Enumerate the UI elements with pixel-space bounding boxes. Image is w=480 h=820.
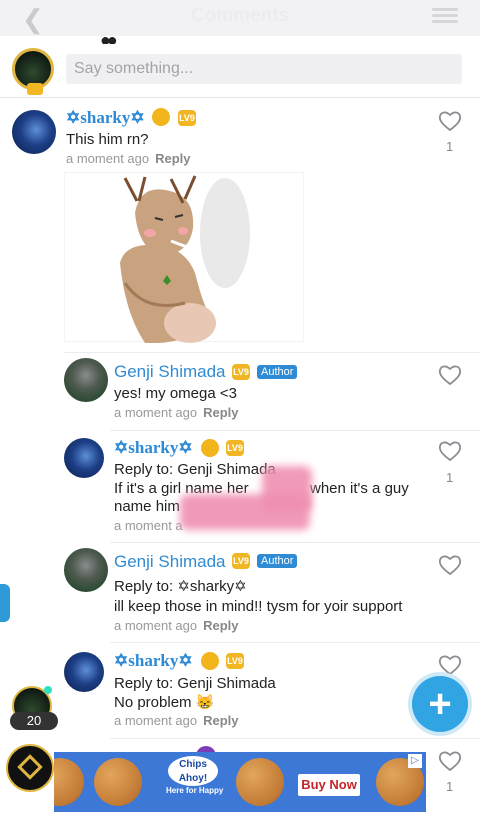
divider: [110, 738, 480, 739]
page-title: Comments: [190, 5, 290, 26]
side-drawer-handle[interactable]: [0, 584, 10, 622]
commenter-name[interactable]: Genji Shimada: [114, 552, 226, 572]
commenter-name[interactable]: ✡sharky✡: [66, 108, 145, 128]
heart-icon[interactable]: [438, 554, 462, 576]
commenter-name[interactable]: ✡sharky✡: [114, 438, 193, 458]
comment-text: This him rn?: [66, 131, 149, 148]
author-badge: Author: [257, 554, 298, 568]
avatar[interactable]: [64, 438, 104, 478]
timestamp: a moment ago: [114, 618, 198, 633]
reply-button[interactable]: Reply: [203, 618, 238, 633]
heart-icon[interactable]: [438, 440, 462, 462]
like-count: 1: [446, 139, 454, 154]
scribble-overlay: [180, 494, 310, 530]
level-badge: LV9: [232, 553, 250, 569]
commenter-name[interactable]: Genji Shimada: [114, 362, 226, 382]
deer-drawing: [120, 175, 250, 344]
community-logo-icon[interactable]: [6, 744, 54, 792]
my-avatar[interactable]: [12, 48, 54, 95]
heart-icon[interactable]: [438, 110, 462, 132]
heart-icon[interactable]: [438, 364, 462, 386]
comment-input[interactable]: [66, 54, 462, 84]
avatar[interactable]: [64, 652, 104, 692]
like-count: 1: [446, 470, 454, 485]
comment-meta: a moment ago Reply: [114, 405, 239, 420]
medal-icon: [152, 108, 170, 126]
timestamp: a moment ago: [114, 405, 198, 420]
cookie-icon: [54, 758, 84, 806]
reply-to: Reply to: Genji Shimada: [114, 675, 276, 692]
buy-now-button[interactable]: Buy Now: [298, 774, 360, 796]
ad-logo: Chips Ahoy!: [168, 756, 218, 786]
reply-button[interactable]: Reply: [203, 713, 238, 728]
divider: [110, 642, 480, 643]
avatar[interactable]: [64, 548, 108, 592]
like-count: 1: [446, 779, 454, 794]
comment-text: ill keep those in mind!! tysm for yoir s…: [114, 598, 403, 615]
ad-tagline: Here for Happy: [166, 786, 224, 795]
level-badge: LV9: [232, 364, 250, 380]
reply-to: Reply to: ✡sharky✡: [114, 578, 247, 595]
comment-meta: a moment ago Reply: [66, 151, 191, 166]
online-count[interactable]: 20: [10, 712, 58, 730]
online-status-icon: [44, 686, 52, 694]
reply-button[interactable]: Reply: [203, 405, 238, 420]
ad-banner[interactable]: Chips Ahoy! Here for Happy Buy Now ▷: [54, 752, 426, 812]
comment-meta: a moment ago Reply: [114, 713, 239, 728]
level-badge: LV9: [226, 653, 244, 669]
level-badge: LV9: [178, 110, 196, 126]
comment-image[interactable]: [64, 172, 304, 344]
comment-meta: a moment ago Reply: [114, 618, 239, 633]
timestamp: a moment ago: [66, 151, 150, 166]
avatar[interactable]: [64, 358, 108, 402]
top-bar: ❮ Comments: [0, 0, 480, 36]
reply-button[interactable]: Reply: [155, 151, 190, 166]
cookie-icon: [236, 758, 284, 806]
heart-icon[interactable]: [438, 654, 462, 676]
reply-to: Reply to: Genji Shimada: [114, 461, 276, 478]
heart-icon[interactable]: [438, 750, 462, 772]
commenter-name[interactable]: ✡sharky✡: [114, 651, 193, 671]
comment-input-bar: [0, 44, 480, 98]
medal-icon: [201, 652, 219, 670]
comment-text-line: name him: [114, 498, 180, 515]
add-comment-button[interactable]: +: [412, 676, 468, 732]
cookie-icon: [94, 758, 142, 806]
divider: [64, 352, 480, 353]
adchoices-icon[interactable]: ▷: [408, 754, 422, 768]
level-badge: LV9: [226, 440, 244, 456]
comment-text: yes! my omega <3: [114, 385, 237, 402]
author-badge: Author: [257, 365, 298, 379]
divider: [110, 542, 480, 543]
avatar[interactable]: [12, 110, 56, 154]
timestamp: a moment ago: [114, 713, 198, 728]
medal-icon: [201, 439, 219, 457]
comment-text: No problem 😸: [114, 694, 215, 711]
divider: [110, 430, 480, 431]
filter-icon[interactable]: [432, 5, 458, 27]
comment-text-line: when it's a guy: [310, 480, 409, 497]
timestamp: a moment a: [114, 518, 183, 533]
